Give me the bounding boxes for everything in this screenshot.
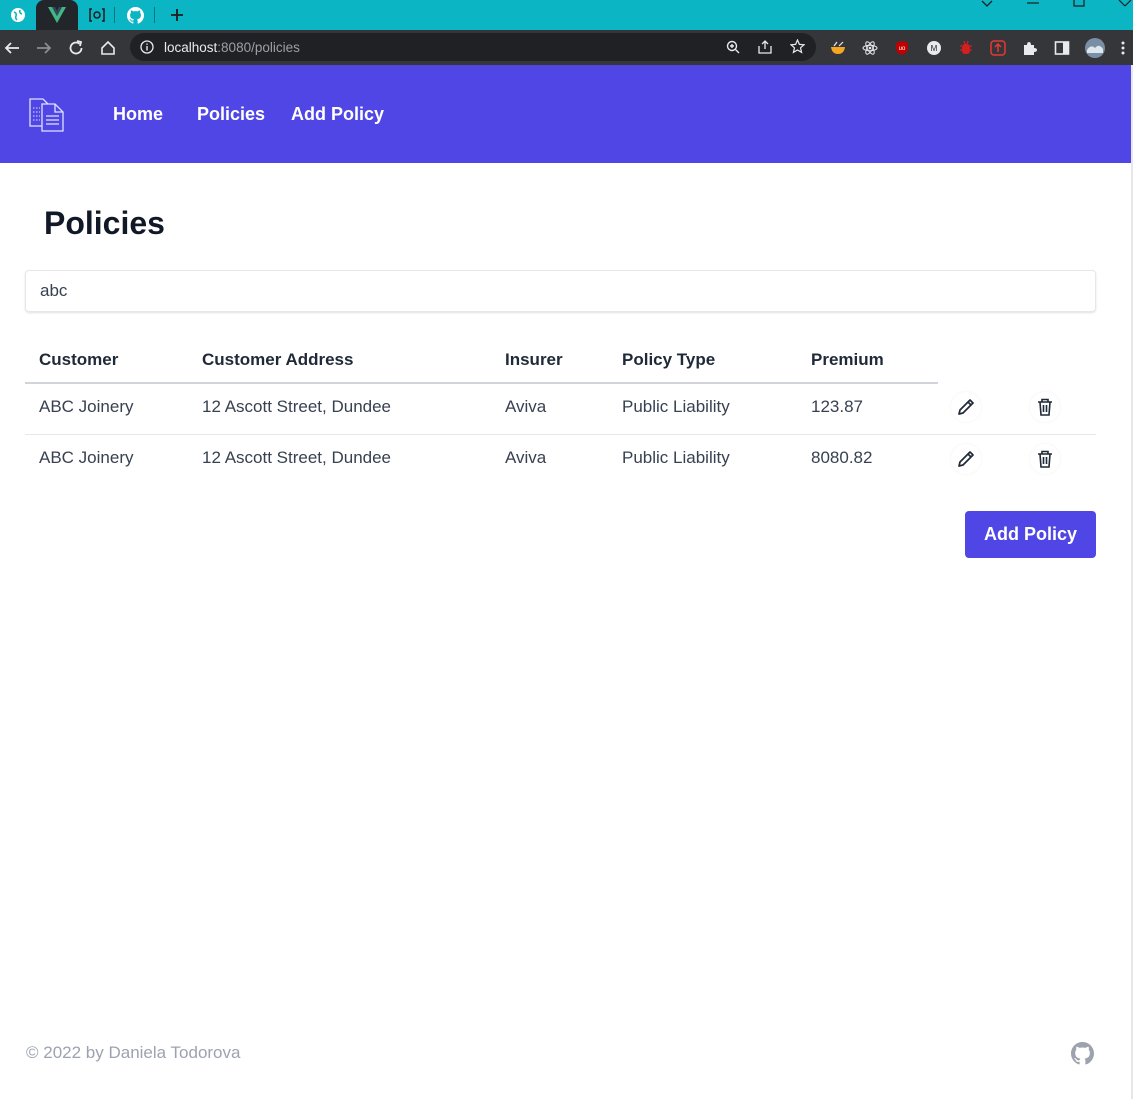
tab-vue-app[interactable] bbox=[36, 0, 78, 30]
extension-ublock[interactable]: uo bbox=[893, 39, 911, 57]
ublock-icon: uo bbox=[896, 41, 908, 55]
add-policy-button[interactable]: Add Policy bbox=[965, 511, 1096, 558]
extension-noodle[interactable] bbox=[829, 39, 847, 57]
nav-policies[interactable]: Policies bbox=[197, 104, 265, 125]
column-header-insurer: Insurer bbox=[505, 350, 563, 369]
table-header-divider bbox=[25, 382, 938, 384]
arrow-left-icon bbox=[4, 42, 19, 54]
extensions-button[interactable] bbox=[1021, 39, 1039, 57]
side-panel-button[interactable] bbox=[1053, 39, 1071, 57]
browser-menu-button[interactable] bbox=[1118, 39, 1128, 57]
arrow-right-icon bbox=[37, 42, 52, 54]
m-badge-icon: M bbox=[927, 41, 941, 55]
tab-search-chevron-icon[interactable] bbox=[980, 0, 994, 8]
extension-react[interactable] bbox=[861, 39, 879, 57]
brand-logo[interactable] bbox=[29, 96, 65, 137]
new-tab-button[interactable] bbox=[164, 0, 190, 30]
forward-button[interactable] bbox=[32, 36, 56, 60]
tab-separator bbox=[114, 7, 115, 23]
bug-icon bbox=[960, 40, 972, 54]
close-icon[interactable] bbox=[1118, 0, 1132, 7]
pencil-icon bbox=[958, 451, 974, 467]
puzzle-icon bbox=[1024, 42, 1037, 55]
edit-button[interactable] bbox=[951, 444, 981, 474]
cell-premium: 123.87 bbox=[811, 397, 863, 416]
delete-button[interactable] bbox=[1030, 392, 1060, 422]
home-button[interactable] bbox=[96, 36, 120, 60]
nav-home[interactable]: Home bbox=[113, 104, 163, 125]
delete-button[interactable] bbox=[1030, 444, 1060, 474]
column-header-premium: Premium bbox=[811, 350, 884, 369]
cell-policy-type: Public Liability bbox=[622, 448, 730, 467]
column-header-customer-address: Customer Address bbox=[202, 350, 354, 369]
github-icon bbox=[1071, 1042, 1094, 1065]
cell-customer-address: 12 Ascott Street, Dundee bbox=[202, 448, 392, 467]
browser-toolbar: localhost:8080/policies uo M bbox=[0, 30, 1133, 65]
search-input[interactable] bbox=[25, 270, 1096, 312]
react-icon bbox=[862, 41, 878, 55]
nav-add-policy[interactable]: Add Policy bbox=[291, 104, 384, 125]
maximize-icon[interactable] bbox=[1073, 0, 1085, 7]
app-navbar: Home Policies Add Policy bbox=[0, 65, 1131, 163]
podman-icon bbox=[89, 8, 105, 22]
share-icon[interactable] bbox=[758, 40, 772, 54]
globe-icon bbox=[11, 8, 25, 22]
vue-icon bbox=[48, 7, 66, 23]
reload-button[interactable] bbox=[64, 36, 88, 60]
bowl-icon bbox=[831, 41, 845, 54]
svg-text:uo: uo bbox=[899, 46, 906, 52]
extension-m[interactable]: M bbox=[925, 39, 943, 57]
document-stack-icon bbox=[29, 98, 64, 132]
reload-icon bbox=[69, 40, 83, 55]
star-icon[interactable] bbox=[790, 39, 805, 54]
tab-github[interactable] bbox=[120, 0, 150, 30]
pencil-icon bbox=[958, 399, 974, 415]
zoom-icon[interactable] bbox=[726, 40, 740, 54]
side-panel-icon bbox=[1054, 41, 1070, 55]
github-icon bbox=[126, 6, 144, 24]
extension-bug[interactable] bbox=[957, 39, 975, 57]
edit-button[interactable] bbox=[951, 392, 981, 422]
cell-insurer: Aviva bbox=[505, 448, 547, 467]
upload-icon bbox=[990, 40, 1006, 56]
column-header-customer: Customer bbox=[39, 350, 119, 369]
profile-avatar[interactable] bbox=[1083, 36, 1107, 60]
github-link[interactable] bbox=[1071, 1042, 1094, 1070]
cell-customer: ABC Joinery bbox=[39, 448, 134, 467]
avatar-icon bbox=[1085, 38, 1105, 58]
page-title: Policies bbox=[44, 205, 165, 241]
trash-icon bbox=[1038, 398, 1052, 416]
cell-premium: 8080.82 bbox=[811, 448, 873, 467]
column-header-policy-type: Policy Type bbox=[622, 350, 716, 369]
cell-customer: ABC Joinery bbox=[39, 397, 134, 416]
url-text[interactable]: localhost:8080/policies bbox=[164, 40, 300, 55]
cell-policy-type: Public Liability bbox=[622, 397, 730, 416]
extension-upload[interactable] bbox=[989, 39, 1007, 57]
kebab-menu-icon bbox=[1121, 41, 1125, 55]
copyright-text: © 2022 by Daniela Todorova bbox=[26, 1043, 241, 1062]
info-icon[interactable] bbox=[140, 40, 154, 54]
home-icon bbox=[101, 40, 115, 55]
browser-tab-bar bbox=[0, 0, 1133, 30]
plus-icon bbox=[171, 9, 183, 21]
tab-podman[interactable] bbox=[82, 0, 112, 30]
tab-globe[interactable] bbox=[0, 0, 36, 30]
row-divider bbox=[25, 434, 1096, 435]
back-button[interactable] bbox=[0, 36, 24, 60]
address-bar[interactable]: localhost:8080/policies bbox=[130, 33, 816, 61]
trash-icon bbox=[1038, 450, 1052, 468]
tab-separator bbox=[154, 7, 155, 23]
svg-text:M: M bbox=[931, 44, 938, 53]
cell-insurer: Aviva bbox=[505, 397, 547, 416]
minimize-icon[interactable] bbox=[1026, 0, 1040, 6]
cell-customer-address: 12 Ascott Street, Dundee bbox=[202, 397, 392, 416]
